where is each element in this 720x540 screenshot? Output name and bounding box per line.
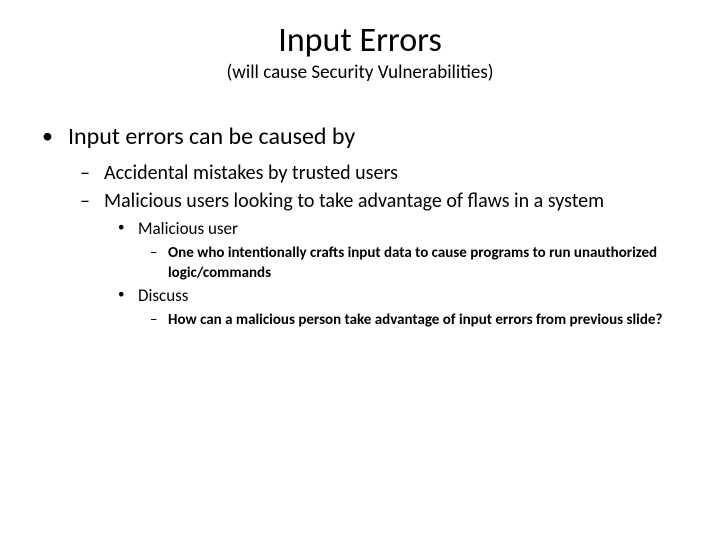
bullet-l3: Malicious user One who intentionally cra… [104,218,692,283]
bullet-l2-text: Accidental mistakes by trusted users [104,161,398,185]
bullet-l2-text: Malicious users looking to take advantag… [104,189,604,213]
bullet-l2: Malicious users looking to take advantag… [68,188,692,331]
slide-title: Input Errors [28,20,692,61]
bullet-l1: Input errors can be caused by Accidental… [28,122,692,331]
bullet-l3-text: Discuss [138,285,188,306]
bullet-l4: One who intentionally crafts input data … [138,243,692,284]
bullet-l3-text: Malicious user [138,218,238,239]
slide-content: Input errors can be caused by Accidental… [28,122,692,331]
bullet-l2: Accidental mistakes by trusted users [68,160,692,186]
slide-subtitle: (will cause Security Vulnerabilities) [28,61,692,84]
bullet-l4-text: One who intentionally crafts input data … [168,244,657,282]
bullet-l3: Discuss How can a malicious person take … [104,285,692,330]
bullet-l4-text: How can a malicious person take advantag… [168,311,662,329]
bullet-l4: How can a malicious person take advantag… [138,310,692,330]
bullet-l1-text: Input errors can be caused by [68,122,355,151]
